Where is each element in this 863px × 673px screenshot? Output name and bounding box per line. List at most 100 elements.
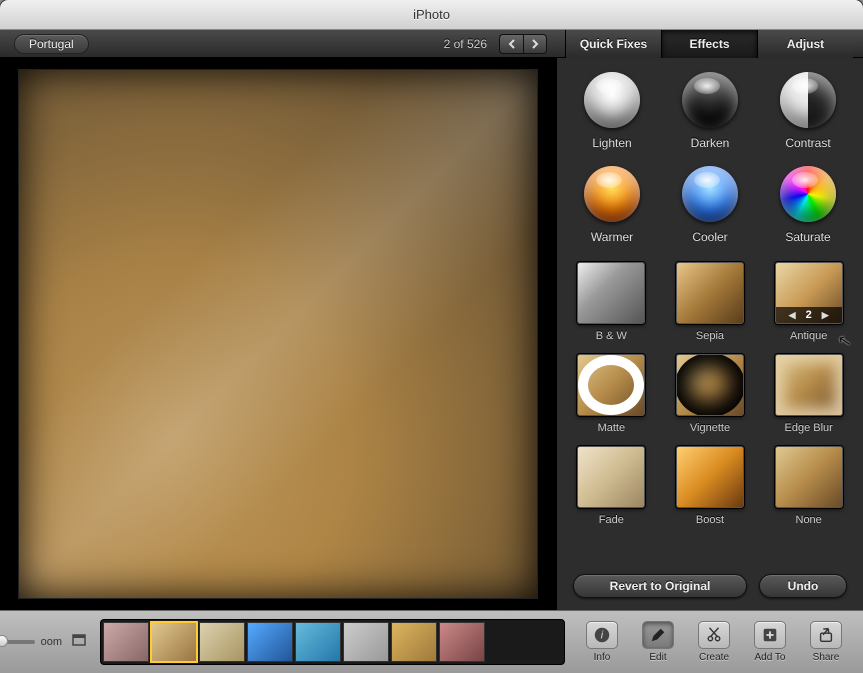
info-button[interactable]: i Info [579,621,625,663]
fullscreen-icon[interactable] [72,633,86,651]
bottom-bar: oom i Info Edit [0,610,863,673]
adjustment-orbs: Lighten Darken Contrast Warmer Cooler [567,72,853,244]
pencil-icon [649,626,667,644]
filmstrip-thumb[interactable] [439,622,485,662]
matte-thumbnail [577,354,645,416]
tool-label: Share [813,652,840,663]
orb-label: Warmer [591,230,633,244]
effect-label: Boost [696,514,724,526]
edit-button[interactable]: Edit [635,621,681,663]
effect-boost[interactable]: Boost [676,446,744,526]
antique-strength-value: 2 [806,309,812,321]
tab-quick-fixes[interactable]: Quick Fixes [565,30,661,58]
antique-thumbnail: ◀ 2 ▶ [775,262,843,324]
arrow-left-icon [507,39,517,49]
app-window: iPhoto Portugal 2 of 526 Quick Fixes Eff… [0,0,863,673]
titlebar: iPhoto [0,0,863,30]
effect-label: Antique [790,330,827,342]
orb-contrast[interactable]: Contrast [780,72,836,150]
add-to-button[interactable]: Add To [747,621,793,663]
current-photo [18,69,538,599]
darken-icon [682,72,738,128]
boost-thumbnail [676,446,744,508]
photo-nav [499,34,547,54]
zoom-knob[interactable] [0,635,8,647]
effect-label: Edge Blur [785,422,833,434]
contrast-icon [780,72,836,128]
arrow-right-icon [530,39,540,49]
scissors-icon [705,626,723,644]
next-photo-button[interactable] [523,34,547,54]
revert-button[interactable]: Revert to Original [573,574,747,598]
warmer-icon [584,166,640,222]
fade-thumbnail [577,446,645,508]
effect-vignette[interactable]: Vignette [676,354,744,434]
effect-none[interactable]: None [775,446,843,526]
prev-photo-button[interactable] [499,34,523,54]
effect-label: Fade [599,514,624,526]
tab-effects[interactable]: Effects [661,30,757,58]
effect-label: None [796,514,822,526]
lighten-icon [584,72,640,128]
photo-counter: 2 of 526 [444,37,487,51]
sepia-thumbnail [676,262,744,324]
effect-thumbnails: B & W Sepia ◀ 2 ▶ ↖ Antique [567,262,853,526]
mouse-cursor-icon: ↖ [836,330,853,352]
orb-darken[interactable]: Darken [682,72,738,150]
effect-antique[interactable]: ◀ 2 ▶ ↖ Antique [775,262,843,342]
filmstrip[interactable] [100,619,565,665]
filmstrip-thumb[interactable] [391,622,437,662]
filmstrip-thumb-selected[interactable] [151,622,197,662]
decrease-icon[interactable]: ◀ [789,310,796,321]
tool-label: Info [594,652,611,663]
plus-icon [761,626,779,644]
create-button[interactable]: Create [691,621,737,663]
orb-lighten[interactable]: Lighten [584,72,640,150]
effect-matte[interactable]: Matte [577,354,645,434]
tab-adjust[interactable]: Adjust [757,30,853,58]
effect-label: B & W [596,330,627,342]
orb-label: Cooler [692,230,727,244]
effect-fade[interactable]: Fade [577,446,645,526]
effects-panel: Lighten Darken Contrast Warmer Cooler [556,58,863,610]
top-toolbar: Portugal 2 of 526 Quick Fixes Effects Ad… [0,30,863,58]
effect-sepia[interactable]: Sepia [676,262,744,342]
main-area: Lighten Darken Contrast Warmer Cooler [0,58,863,610]
album-button[interactable]: Portugal [14,34,89,54]
cooler-icon [682,166,738,222]
tool-label: Edit [649,652,666,663]
filmstrip-thumb[interactable] [247,622,293,662]
orb-label: Lighten [592,136,631,150]
orb-cooler[interactable]: Cooler [682,166,738,244]
share-button[interactable]: Share [803,621,849,663]
edit-mode-tabs: Quick Fixes Effects Adjust [565,30,853,58]
filmstrip-thumb[interactable] [343,622,389,662]
info-icon: i [593,626,611,644]
orb-label: Darken [691,136,730,150]
saturate-icon [780,166,836,222]
filmstrip-thumb[interactable] [103,622,149,662]
orb-warmer[interactable]: Warmer [584,166,640,244]
effect-bw[interactable]: B & W [577,262,645,342]
bw-thumbnail [577,262,645,324]
filmstrip-thumb[interactable] [295,622,341,662]
antique-strength-stepper[interactable]: ◀ 2 ▶ [776,307,842,323]
effect-edge-blur[interactable]: Edge Blur [775,354,843,434]
edge-blur-thumbnail [775,354,843,416]
filmstrip-thumb[interactable] [199,622,245,662]
zoom-control[interactable]: oom [0,633,86,651]
panel-footer-buttons: Revert to Original Undo [567,558,853,610]
undo-button[interactable]: Undo [759,574,847,598]
photo-viewport[interactable] [0,58,556,610]
share-icon [817,626,835,644]
tool-label: Add To [755,652,786,663]
orb-label: Contrast [785,136,830,150]
increase-icon[interactable]: ▶ [822,310,829,321]
zoom-slider[interactable] [0,640,35,644]
orb-label: Saturate [785,230,830,244]
vignette-thumbnail [676,354,744,416]
orb-saturate[interactable]: Saturate [780,166,836,244]
effect-label: Vignette [690,422,730,434]
effect-label: Sepia [696,330,724,342]
zoom-label: oom [41,636,62,648]
